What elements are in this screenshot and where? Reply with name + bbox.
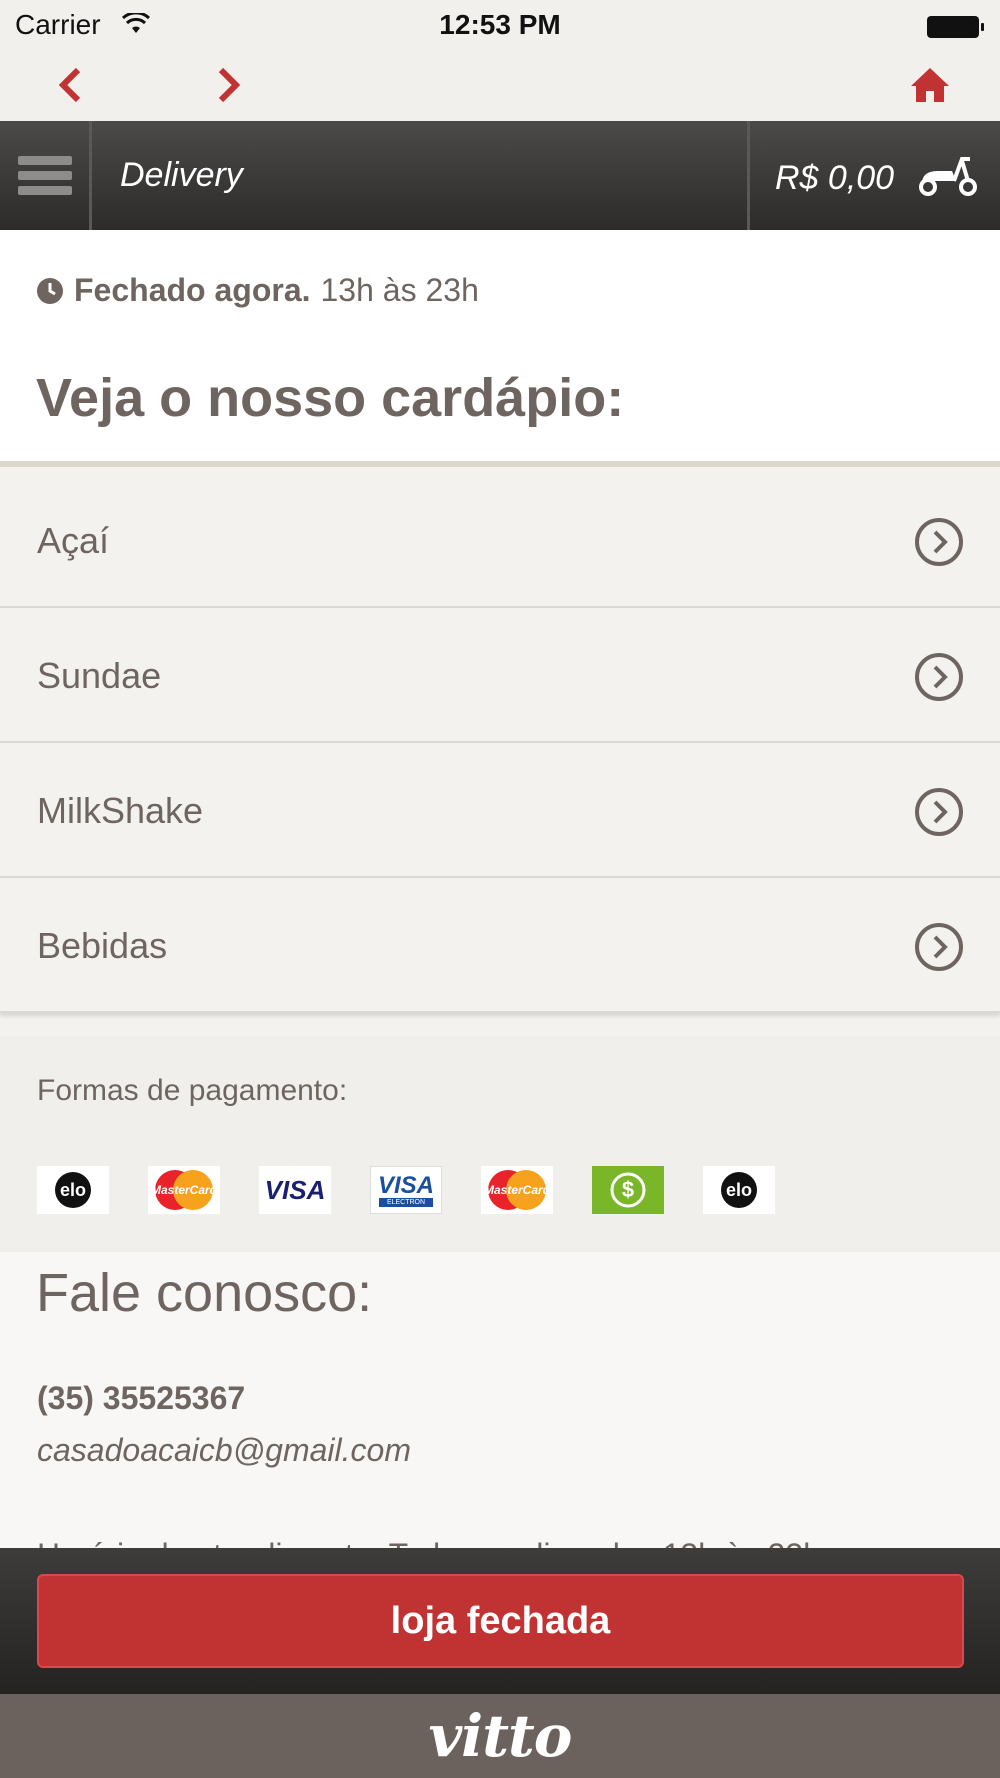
category-label: Sundae [37, 655, 162, 696]
contact-heading: Fale conosco: [36, 1263, 373, 1323]
mastercard-icon: MasterCard [148, 1166, 220, 1214]
battery-icon [926, 14, 986, 46]
back-button[interactable] [45, 60, 95, 110]
category-label: MilkShake [37, 790, 204, 831]
contact-email[interactable]: casadoacaicb@gmail.com [37, 1432, 411, 1469]
browser-nav [0, 50, 1000, 121]
category-item-sundae[interactable]: Sundae [0, 608, 1000, 743]
clock-icon [37, 277, 63, 304]
category-item-milkshake[interactable]: MilkShake [0, 743, 1000, 878]
elo-card-icon: elo [703, 1166, 775, 1214]
elo-card-icon: elo [37, 1166, 109, 1214]
footer: vitto [0, 1694, 1000, 1778]
cash-icon: $ [592, 1166, 664, 1214]
chevron-circle-right-icon [915, 518, 963, 566]
chevron-left-icon [58, 67, 81, 103]
chevron-circle-right-icon [915, 923, 963, 971]
store-hours: Fechado agora. 13h às 23h [36, 272, 479, 309]
menu-heading: Veja o nosso cardápio: [36, 368, 625, 428]
page-title: Delivery [120, 156, 243, 194]
chevron-right-icon [218, 67, 241, 103]
visa-icon: VISA [259, 1166, 331, 1214]
chevron-circle-right-icon [915, 653, 963, 701]
store-info: Fechado agora. 13h às 23h Veja o nosso c… [0, 230, 1000, 467]
store-closed-button[interactable]: loja fechada [37, 1574, 964, 1668]
status-closed: Fechado agora. [74, 272, 311, 308]
category-item-bebidas[interactable]: Bebidas [0, 878, 1000, 1013]
status-bar: Carrier 12:53 PM [0, 0, 1000, 50]
chevron-circle-right-icon [915, 788, 963, 836]
clock-time: 12:53 PM [439, 9, 561, 40]
vitto-logo: vitto [428, 1702, 572, 1770]
category-label: Açaí [37, 520, 110, 561]
payment-label: Formas de pagamento: [37, 1074, 348, 1107]
category-list: Açaí Sundae MilkShake Bebidas [0, 473, 1000, 1013]
app-header: Delivery R$ 0,00 [0, 121, 1000, 230]
opening-hours: 13h às 23h [320, 272, 479, 308]
forward-button[interactable] [204, 60, 254, 110]
cart-total: R$ 0,00 [775, 159, 895, 197]
hamburger-menu-button[interactable] [0, 121, 92, 230]
category-label: Bebidas [37, 925, 168, 966]
hamburger-icon [17, 150, 72, 201]
home-icon [911, 68, 949, 102]
home-button[interactable] [905, 60, 955, 110]
contact-section: Fale conosco: (35) 35525367 casadoacaicb… [0, 1252, 1000, 1552]
cart-button[interactable]: R$ 0,00 [747, 121, 1000, 230]
scooter-icon [919, 157, 977, 196]
visa-electron-icon: VISA ELECTRON [370, 1166, 442, 1214]
category-item-acai[interactable]: Açaí [0, 473, 1000, 608]
payment-methods: Formas de pagamento: elo MasterCard VISA… [0, 1036, 1000, 1252]
contact-phone[interactable]: (35) 35525367 [37, 1380, 245, 1417]
mastercard-icon: MasterCard [481, 1166, 553, 1214]
bottom-action-bar: loja fechada [0, 1548, 1000, 1694]
payment-card-list: elo MasterCard VISA VISA ELECTRON Master… [37, 1166, 814, 1214]
